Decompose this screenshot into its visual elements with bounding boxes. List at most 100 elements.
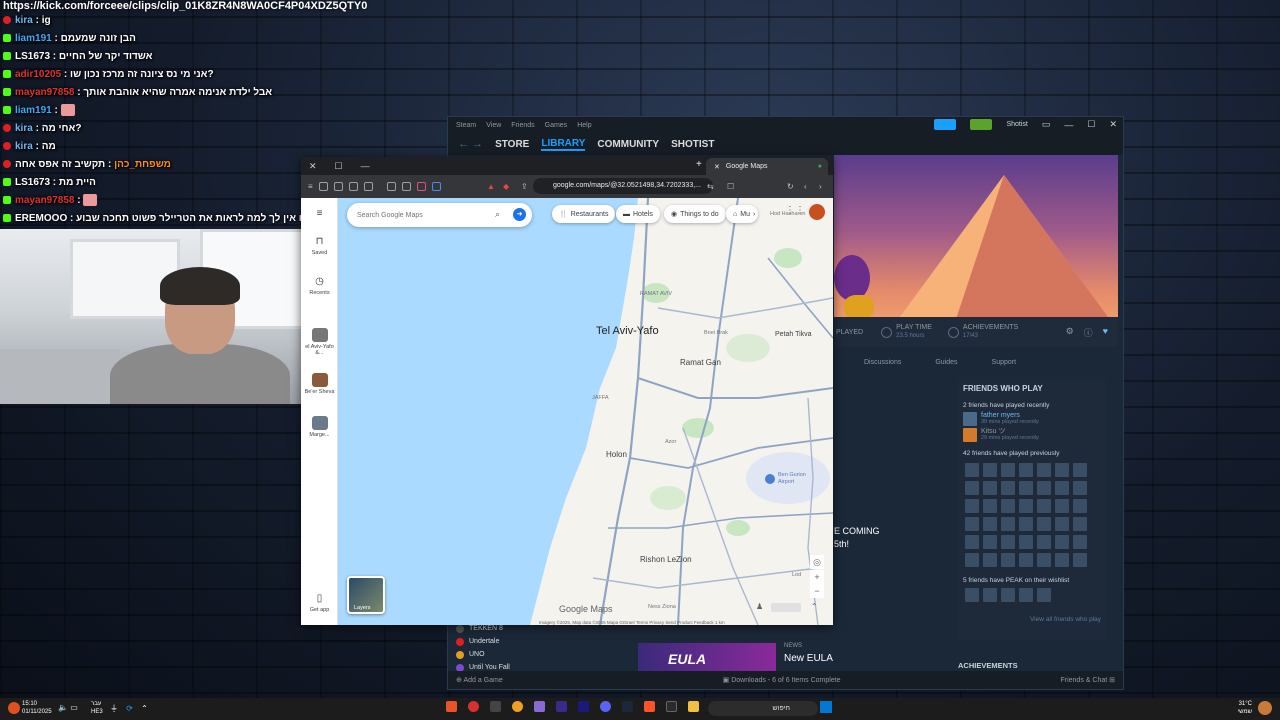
friend-avatar[interactable] (1019, 481, 1033, 495)
friend-avatar[interactable] (965, 463, 979, 477)
friend-avatar[interactable] (1037, 517, 1051, 531)
layers-button[interactable]: Layers (347, 576, 385, 614)
friend-avatar[interactable] (1055, 499, 1069, 513)
map-thumbnails[interactable] (771, 603, 801, 612)
extension-icon[interactable] (401, 182, 411, 191)
tab-guides[interactable]: Guides (935, 359, 957, 366)
friend-avatar[interactable] (965, 517, 979, 531)
chat-username[interactable]: adir10205 (15, 69, 61, 80)
app-icon[interactable] (600, 701, 611, 712)
network-icon[interactable]: ▭ (70, 703, 78, 712)
brave-icon[interactable] (644, 701, 655, 712)
account-avatar[interactable] (809, 204, 825, 220)
maximize-icon[interactable]: ☐ (1087, 119, 1095, 130)
settings-gear-icon[interactable]: ⚙ (1066, 326, 1074, 339)
friend-avatar[interactable] (965, 481, 979, 495)
extension-icon[interactable] (348, 182, 358, 191)
friend-avatar[interactable] (1037, 463, 1051, 477)
clock[interactable]: 15:10 01/11/2025 (22, 700, 52, 716)
chevron-right-icon[interactable]: › (753, 211, 755, 218)
nav-user[interactable]: SHOTIST (671, 139, 714, 150)
menu-icon[interactable]: ≡ (308, 182, 313, 191)
big-picture-icon[interactable]: ▭ (1042, 119, 1051, 130)
place-label-azor[interactable]: Azor (665, 439, 676, 445)
steam-menu-view[interactable]: View (486, 122, 501, 129)
zoom-out-button[interactable]: − (810, 584, 824, 598)
browser-tab-google-maps[interactable]: ✕ Google Maps ● (706, 158, 828, 175)
friend-avatar[interactable] (1073, 481, 1087, 495)
pegman-icon[interactable]: ♟ (756, 602, 763, 611)
steam-menu-help[interactable]: Help (577, 122, 591, 129)
friend-avatar[interactable] (965, 588, 979, 602)
library-game-item[interactable]: Undertale (454, 635, 624, 648)
friend-avatar[interactable] (1019, 463, 1033, 477)
place-label-holon[interactable]: Holon (606, 450, 627, 459)
chat-username[interactable]: משפחת_כהן (114, 159, 171, 170)
menu-button[interactable]: ≡ (301, 208, 338, 222)
friend-avatar[interactable] (1073, 535, 1087, 549)
notification-icon[interactable] (8, 702, 20, 714)
share-icon[interactable]: ⇪ (521, 182, 528, 191)
friend-row[interactable]: father myers 39 mins played recently (963, 412, 1101, 426)
place-label-ramat-aviv[interactable]: RAMAT AVIV (640, 291, 672, 297)
friend-avatar[interactable] (1073, 499, 1087, 513)
friend-avatar[interactable] (965, 499, 979, 513)
app-icon[interactable] (468, 701, 479, 712)
weather-widget[interactable]: 31°C שמשי (1238, 700, 1252, 716)
steam-menu-games[interactable]: Games (545, 122, 568, 129)
place-label-tel-aviv[interactable]: Tel Aviv-Yafo (596, 325, 659, 337)
back-icon[interactable]: ‹ (804, 182, 807, 191)
library-game-item[interactable]: UNO (454, 648, 624, 661)
app-icon[interactable] (512, 701, 523, 712)
friend-avatar[interactable] (1073, 463, 1087, 477)
news-item[interactable]: EULA NEWS New EULA (638, 641, 948, 671)
expand-icon[interactable]: ⌃ (811, 602, 818, 611)
app-icon[interactable] (666, 701, 677, 712)
account-menu[interactable]: Shotist (1006, 121, 1027, 128)
friend-avatar[interactable] (1019, 517, 1033, 531)
chip-museums[interactable]: ⌂ Mu › (726, 205, 759, 223)
friend-avatar[interactable] (983, 517, 997, 531)
friend-avatar[interactable] (1055, 535, 1069, 549)
friend-avatar[interactable] (983, 481, 997, 495)
app-icon[interactable] (534, 701, 545, 712)
taskbar-search[interactable]: חיפוש (708, 701, 818, 716)
chat-username[interactable]: kira (15, 141, 33, 152)
place-label-rishon[interactable]: Rishon LeZion (640, 555, 692, 564)
get-app-button[interactable]: ▯ Get app (301, 593, 338, 613)
friend-avatar[interactable] (965, 535, 979, 549)
friend-avatar[interactable] (983, 588, 997, 602)
place-label-airport[interactable]: Ben Gurion Airport (778, 472, 818, 486)
windows-start-icon[interactable] (820, 701, 832, 713)
tab-discussions[interactable]: Discussions (864, 359, 901, 366)
friend-avatar[interactable] (983, 553, 997, 567)
apps-grid-icon[interactable]: ⋮⋮ (785, 205, 805, 216)
nav-store[interactable]: STORE (495, 139, 529, 150)
friend-avatar[interactable] (1055, 553, 1069, 567)
friend-avatar[interactable] (1001, 553, 1015, 567)
friend-avatar[interactable] (1037, 481, 1051, 495)
new-tab-icon[interactable]: + (696, 159, 702, 170)
brave-shield-icon[interactable]: ◆ (503, 182, 509, 191)
chat-username[interactable]: mayan97858 (15, 87, 75, 98)
minimize-icon[interactable]: — (1064, 120, 1073, 130)
file-explorer-icon[interactable] (688, 701, 699, 712)
friend-avatar[interactable] (1055, 463, 1069, 477)
place-label-ramat-gan[interactable]: Ramat Gan (680, 358, 721, 367)
recent-place[interactable]: el Aviv-Yafo &... (301, 328, 338, 356)
place-label-petah-tikva[interactable]: Petah Tikva (775, 331, 812, 338)
map-canvas[interactable]: Tel Aviv-Yafo Ramat Gan Petah Tikva Holo… (338, 198, 833, 625)
address-bar[interactable]: google.com/maps/@32.0521498,34.7202333,.… (533, 178, 713, 194)
announcements-button[interactable] (934, 119, 957, 130)
bookmark-icon[interactable]: ☐ (727, 182, 734, 191)
recent-place[interactable]: Be'er Sheva (301, 373, 338, 395)
extension-icon[interactable] (416, 182, 426, 191)
steam-menu-friends[interactable]: Friends (511, 122, 534, 129)
friend-row[interactable]: Kitsu ツ 29 mins played recently (963, 428, 1101, 442)
back-forward-icon[interactable]: ← → (458, 138, 483, 150)
tab-close-icon[interactable]: ✕ (714, 163, 720, 171)
friend-avatar[interactable] (1073, 517, 1087, 531)
tab-support[interactable]: Support (992, 359, 1017, 366)
recent-place[interactable]: Marge... (301, 416, 338, 438)
notifications-button[interactable] (970, 119, 993, 130)
